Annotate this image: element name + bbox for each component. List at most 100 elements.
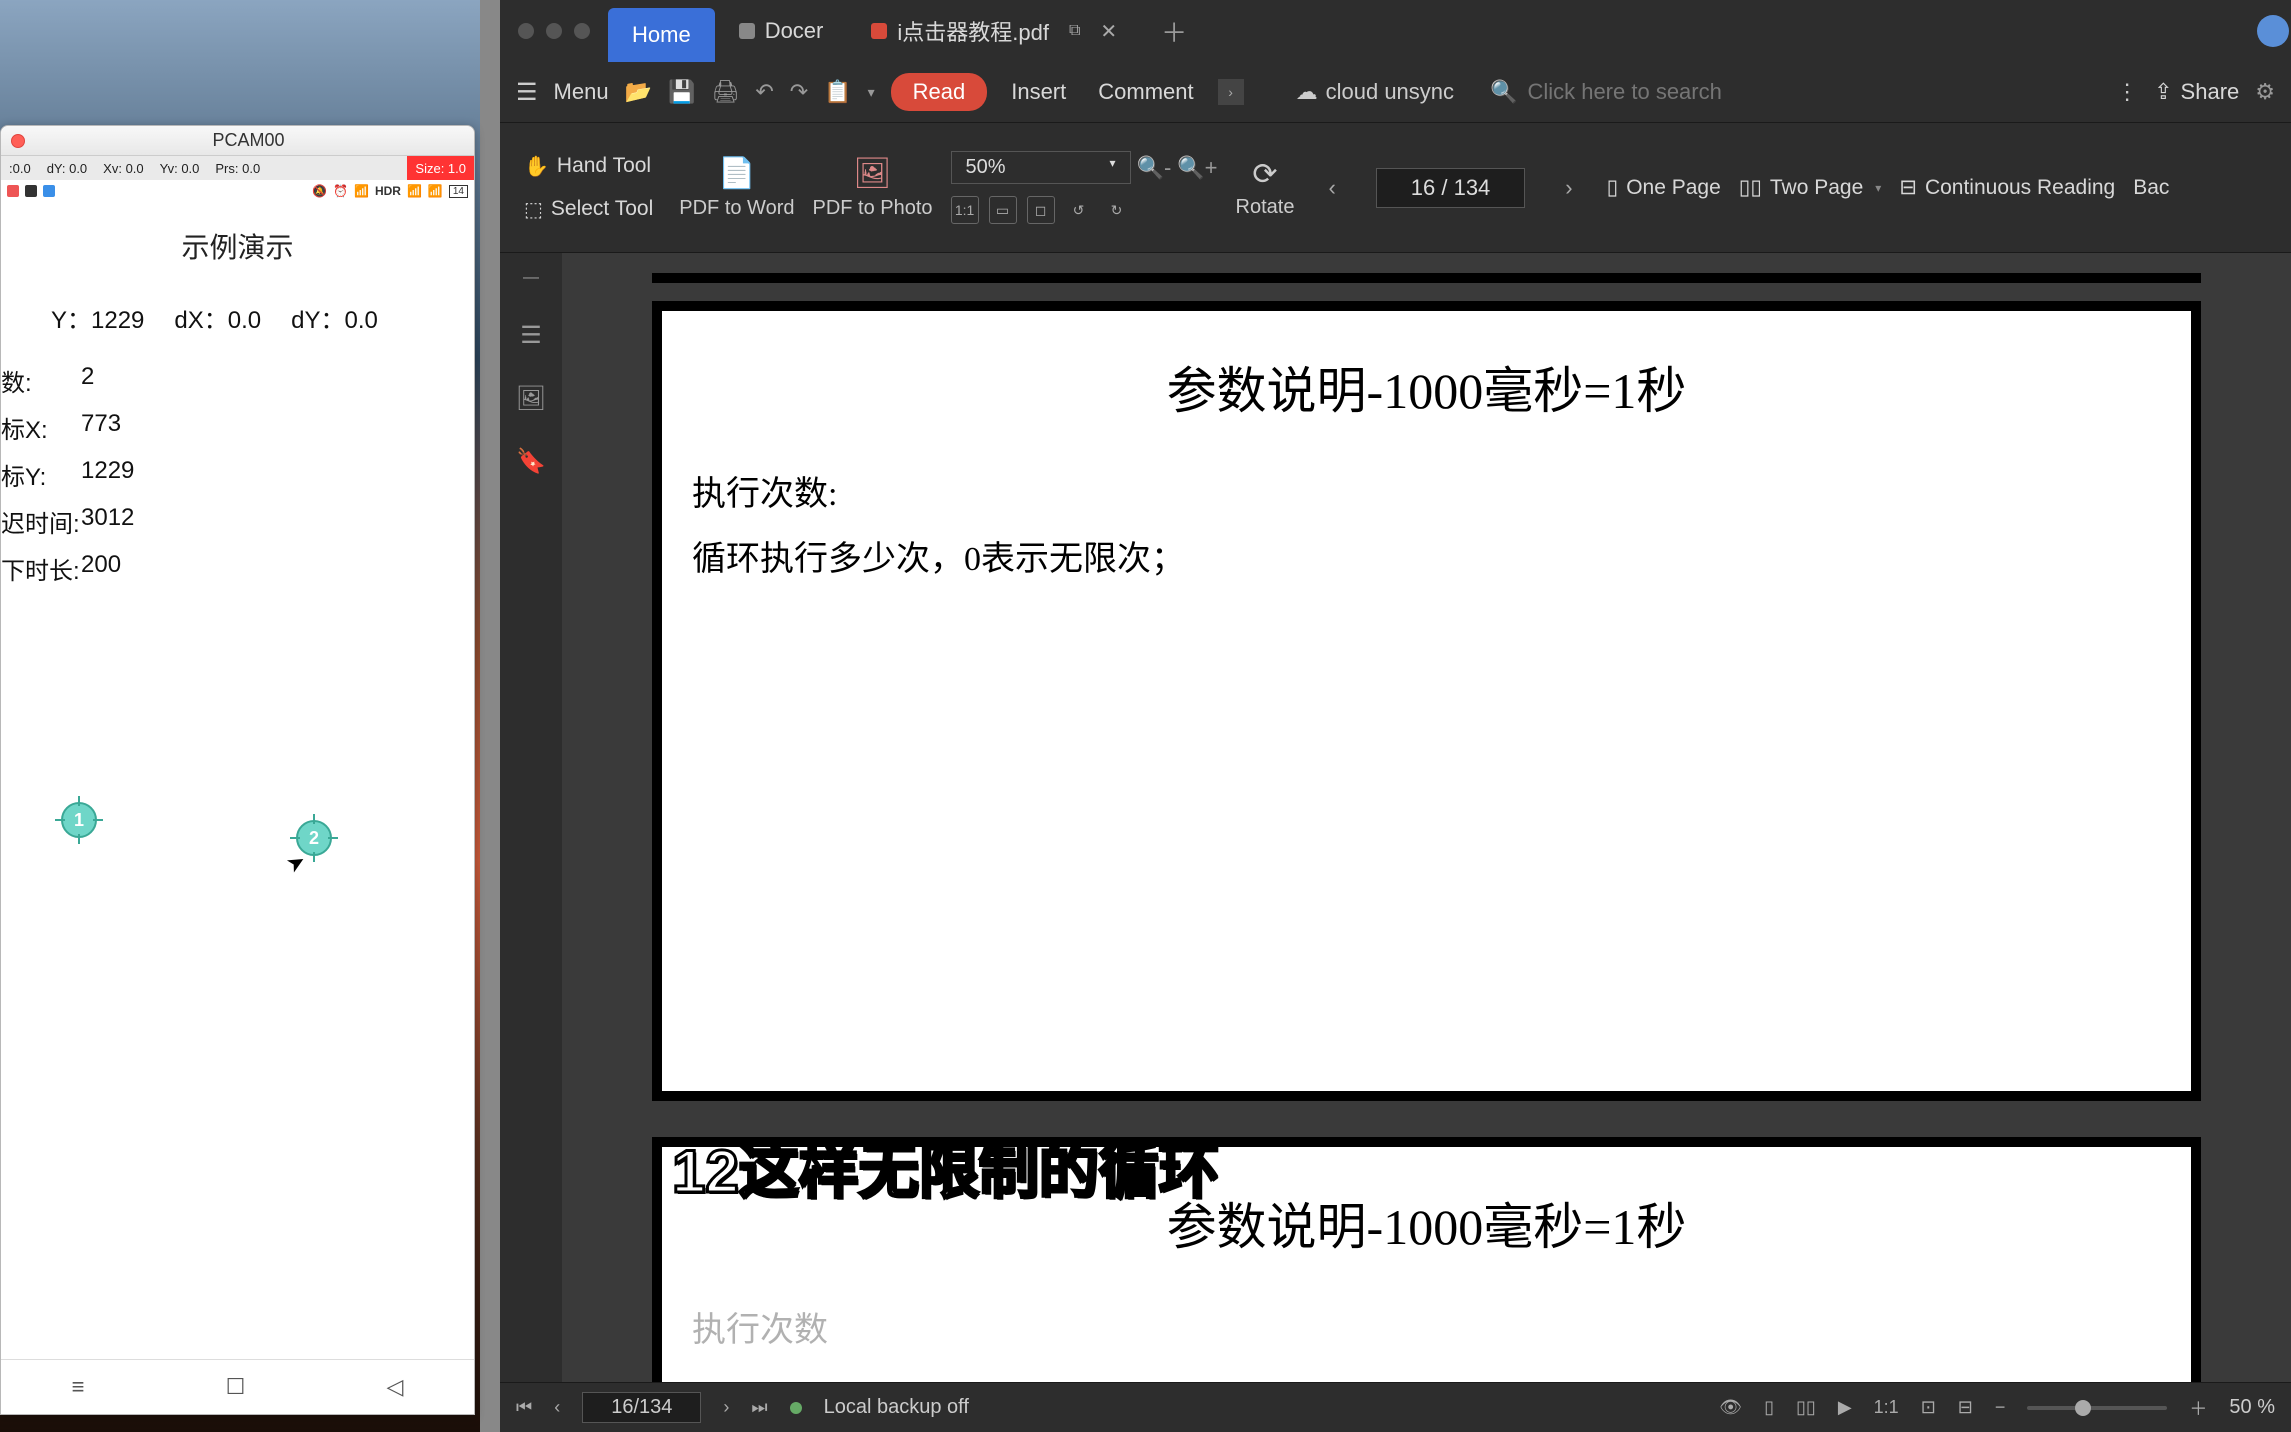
thumbnail-icon[interactable]: 🖼 [516, 384, 546, 413]
coord-size: Size: 1.0 [407, 156, 474, 180]
fit-width-status-icon[interactable]: ⊟ [1958, 1397, 1973, 1418]
zoom-slider[interactable] [2027, 1406, 2167, 1410]
rail-collapse-icon[interactable]: — [523, 269, 539, 287]
page-number-input[interactable]: 16 / 134 [1376, 168, 1526, 208]
first-page-icon[interactable]: ⏮ [516, 1397, 532, 1418]
rotate-left-icon[interactable]: ↺ [1065, 196, 1093, 224]
hand-icon: ✋ [524, 154, 549, 179]
new-tab-button[interactable]: ＋ [1141, 0, 1207, 62]
menu-button[interactable]: Menu [554, 79, 609, 105]
next-page-icon[interactable]: › [723, 1397, 729, 1418]
rotate-button[interactable]: ⟳Rotate [1236, 157, 1295, 219]
single-page-view-icon[interactable]: ▯ [1764, 1397, 1774, 1418]
select-icon: ⬚ [524, 197, 543, 222]
comment-tab[interactable]: Comment [1090, 79, 1201, 105]
open-folder-icon[interactable]: 📂 [625, 79, 652, 105]
zoom-percent-label[interactable]: 50 % [2229, 1396, 2275, 1419]
coord-x0: :0.0 [1, 161, 39, 176]
zoom-select[interactable]: 50%▾ [951, 151, 1131, 184]
app-icon-2 [25, 185, 37, 197]
document-viewport[interactable]: 参数说明-1000毫秒=1秒 执行次数: 循环执行多少次，0表示无限次； 12这… [562, 253, 2291, 1382]
settings-icon[interactable]: ⚙ [2255, 79, 2275, 105]
click-marker-1[interactable]: 1 [61, 802, 97, 838]
minimize-button[interactable] [546, 23, 562, 39]
prev-page-icon[interactable]: ‹ [554, 1397, 560, 1418]
eye-protection-icon[interactable]: 👁 [1719, 1397, 1742, 1418]
actual-size-icon[interactable]: 1:1 [1874, 1397, 1899, 1418]
search-input[interactable] [1527, 79, 1787, 105]
hamburger-icon[interactable]: ☰ [516, 78, 538, 107]
select-tool-button[interactable]: ⬚Select Tool [516, 193, 661, 226]
bookmark-icon[interactable]: 🔖 [516, 447, 546, 476]
video-subtitle-overlay: 12这样无限制的循环 [672, 1123, 1219, 1210]
search-icon[interactable]: 🔍 [1490, 79, 1517, 105]
close-window-button[interactable] [11, 134, 25, 148]
clipboard-icon[interactable]: 📋 [824, 79, 851, 105]
tab-document[interactable]: i点击器教程.pdf ⧉ ✕ [847, 0, 1141, 62]
continuous-reading-button[interactable]: ⊟Continuous Reading [1899, 175, 2115, 200]
close-button[interactable] [518, 23, 534, 39]
close-tab-icon[interactable]: ✕ [1100, 19, 1117, 44]
chevron-down-icon: ▾ [1110, 156, 1116, 179]
save-icon[interactable]: 💾 [668, 79, 695, 105]
coord-dy: dY: 0.0 [39, 161, 95, 176]
user-avatar[interactable] [2257, 15, 2289, 47]
fit-screen-icon[interactable]: ◻ [1027, 196, 1055, 224]
cloud-sync-status[interactable]: ☁cloud unsync [1296, 79, 1454, 105]
mute-icon: 🔕 [312, 184, 327, 198]
two-page-button[interactable]: ▯▯Two Page▾ [1739, 175, 1882, 200]
prev-page-button[interactable]: ‹ [1312, 167, 1351, 209]
fit-width-icon[interactable]: 1:1 [951, 196, 979, 224]
tab-docer[interactable]: Docer [715, 0, 848, 62]
touch-debug-overlay: :0.0 dY: 0.0 Xv: 0.0 Yv: 0.0 Prs: 0.0 Si… [1, 156, 474, 180]
page-text-partial: 执行次数 [692, 1299, 2161, 1364]
maximize-button[interactable] [574, 23, 590, 39]
pdf-to-word-button[interactable]: 📄PDF to Word [679, 156, 794, 220]
insert-tab[interactable]: Insert [1003, 79, 1074, 105]
undo-icon[interactable]: ↶ [755, 79, 773, 105]
coord-yv: Yv: 0.0 [152, 161, 208, 176]
more-options-icon[interactable]: ⋮ [2116, 79, 2138, 105]
zoom-out-status-icon[interactable]: − [1995, 1397, 2006, 1418]
pdf-menubar: ☰ Menu 📂 💾 🖨 ↶ ↷ 📋 ▾ Read Insert Comment… [500, 62, 2291, 123]
back-button[interactable]: Bac [2133, 176, 2169, 200]
status-page-input[interactable]: 16/134 [582, 1392, 701, 1423]
click-canvas[interactable]: 1 2 ➤ [1, 592, 474, 1192]
chevron-down-icon: ▾ [1875, 181, 1881, 195]
wifi-icon: 📶 [354, 184, 369, 198]
tab-home[interactable]: Home [608, 8, 715, 62]
zoom-out-icon[interactable]: 🔍- [1137, 155, 1172, 181]
zoom-slider-thumb[interactable] [2075, 1400, 2091, 1416]
next-page-button[interactable]: › [1549, 167, 1588, 209]
last-page-icon[interactable]: ⏭ [751, 1397, 767, 1418]
more-tabs-icon[interactable]: › [1218, 79, 1244, 105]
fit-page-icon[interactable]: ▭ [989, 196, 1017, 224]
read-mode-button[interactable]: Read [891, 73, 988, 111]
redo-icon[interactable]: ↷ [790, 79, 808, 105]
one-page-button[interactable]: ▯One Page [1607, 175, 1721, 200]
pdf-titlebar: Home Docer i点击器教程.pdf ⧉ ✕ ＋ [500, 0, 2291, 62]
backup-status-label[interactable]: Local backup off [824, 1396, 969, 1419]
rotate-right-icon[interactable]: ↻ [1103, 196, 1131, 224]
nav-back-button[interactable]: ◁ [386, 1374, 403, 1400]
outline-icon[interactable]: ☰ [520, 321, 542, 350]
hand-tool-button[interactable]: ✋Hand Tool [516, 150, 661, 183]
fit-window-icon[interactable]: ⊡ [1921, 1397, 1936, 1418]
print-icon[interactable]: 🖨 [711, 79, 739, 105]
detach-tab-icon[interactable]: ⧉ [1069, 22, 1080, 40]
presentation-icon[interactable]: ▶ [1838, 1397, 1852, 1418]
click-marker-2[interactable]: 2 [296, 820, 332, 856]
pdf-statusbar: ⏮ ‹ 16/134 › ⏭ Local backup off 👁 ▯ ▯▯ ▶… [500, 1382, 2291, 1432]
nav-recent-button[interactable]: ≡ [72, 1374, 85, 1400]
double-page-view-icon[interactable]: ▯▯ [1796, 1397, 1816, 1418]
pdf-toolbar: ✋Hand Tool ⬚Select Tool 📄PDF to Word 🖼PD… [500, 123, 2291, 253]
param-row-hold: 下时长:200 [1, 545, 474, 592]
pdf-to-photo-button[interactable]: 🖼PDF to Photo [812, 156, 932, 220]
live-coord-dy: dY：0.0 [291, 300, 408, 335]
zoom-in-icon[interactable]: 🔍+ [1177, 155, 1217, 181]
param-row-x: 标X:773 [1, 404, 474, 451]
nav-home-button[interactable]: ☐ [226, 1374, 246, 1400]
dropdown-icon[interactable]: ▾ [868, 84, 875, 101]
zoom-in-status-icon[interactable]: ＋ [2189, 1395, 2207, 1421]
share-button[interactable]: ⇪Share [2154, 79, 2239, 105]
